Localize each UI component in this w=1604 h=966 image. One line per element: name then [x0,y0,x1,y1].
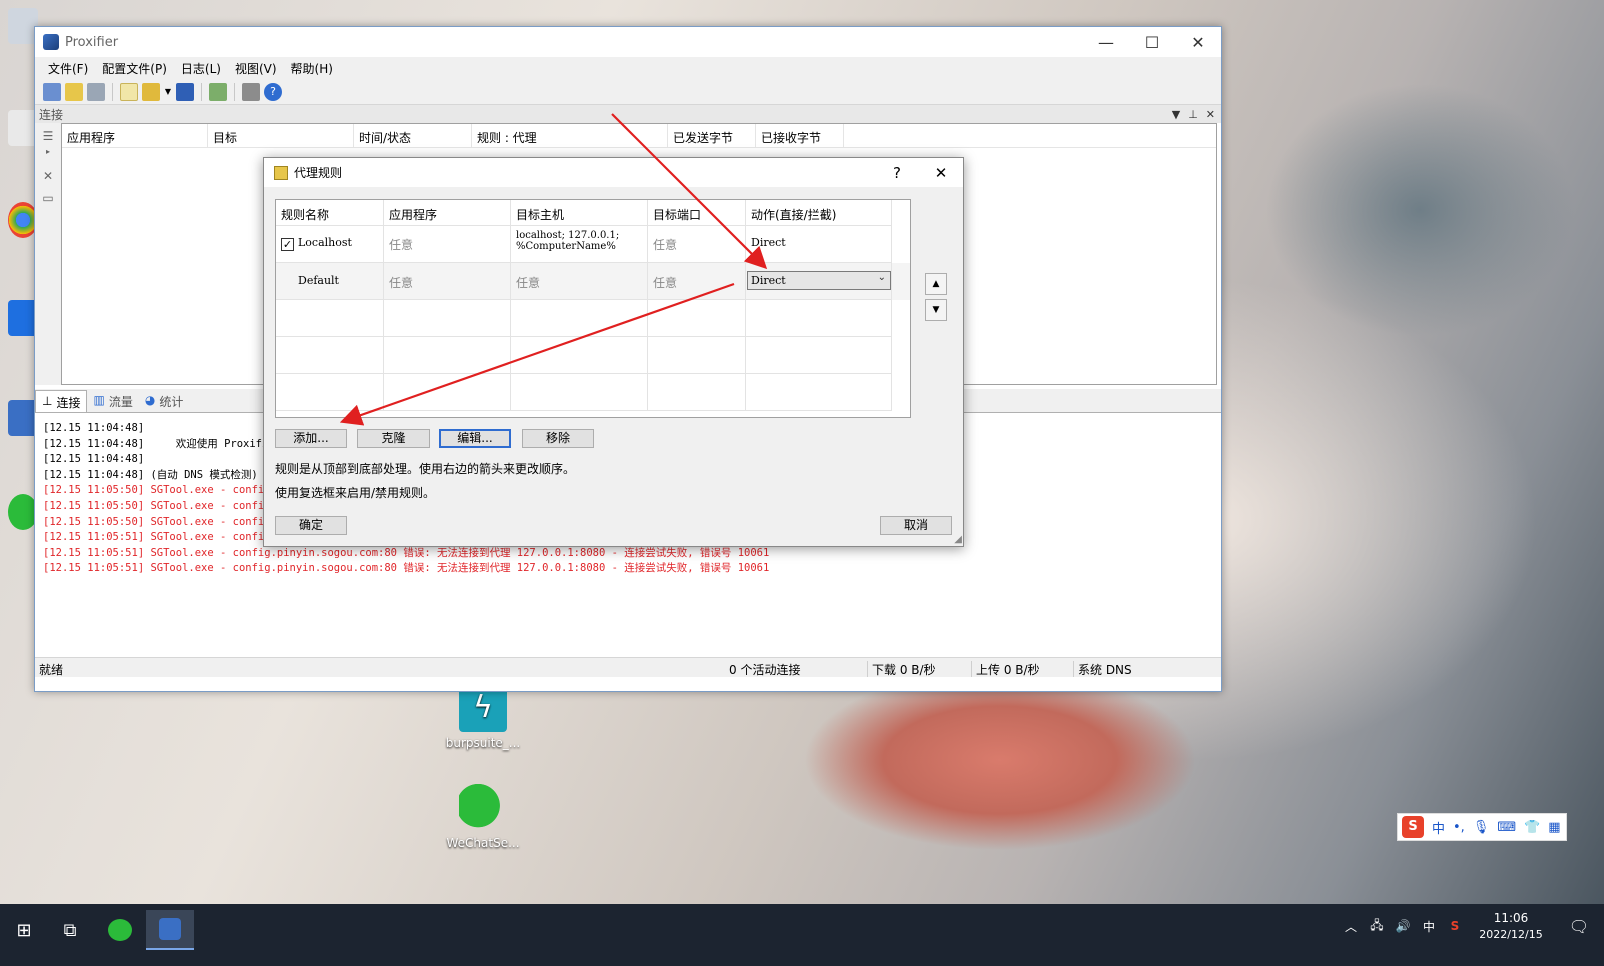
annotation-arrows [339,113,768,426]
keyboard-icon[interactable]: ⌨ [1497,820,1516,835]
punctuation-icon[interactable]: •, [1453,820,1465,835]
annotation-arrow-to-action [611,113,768,270]
toolbox-icon[interactable]: ▦ [1548,820,1560,835]
system-tray: ︿ 🖧 🔊 中 S 11:06 2022/12/15 🗨 [1338,904,1604,948]
taskbar-proxifier-icon[interactable] [146,910,194,950]
network-icon[interactable]: 🖧 [1364,916,1390,937]
proxifier-glyph [159,918,181,940]
chevron-up-icon[interactable]: ︿ [1338,918,1364,935]
task-view-icon[interactable]: ⧉ [46,910,94,950]
sogou-icon: S [1402,816,1424,838]
taskbar-wechat-icon[interactable] [96,910,144,950]
tray-sogou-icon[interactable]: S [1442,919,1468,933]
tray-ime-language[interactable]: 中 [1416,918,1442,935]
ime-toolbar[interactable]: S 中 •, 🎙 ⌨ 👕 ▦ [1397,813,1567,841]
wechat-glyph [108,919,132,941]
microphone-icon[interactable]: 🎙 [1473,820,1490,835]
volume-icon[interactable]: 🔊 [1390,919,1416,933]
clock-date: 2022/12/15 [1479,927,1543,941]
taskbar: ⊞ ⧉ ︿ 🖧 🔊 中 S 11:06 2022/12/15 🗨 [0,904,1604,966]
ime-language[interactable]: 中 [1432,818,1445,837]
windows-start-icon[interactable]: ⊞ [0,910,48,950]
notification-icon[interactable]: 🗨 [1554,917,1604,936]
annotation-arrow-to-add [339,282,735,426]
clock[interactable]: 11:06 2022/12/15 [1468,910,1554,943]
skin-icon[interactable]: 👕 [1524,820,1540,835]
clock-time: 11:06 [1493,910,1529,925]
